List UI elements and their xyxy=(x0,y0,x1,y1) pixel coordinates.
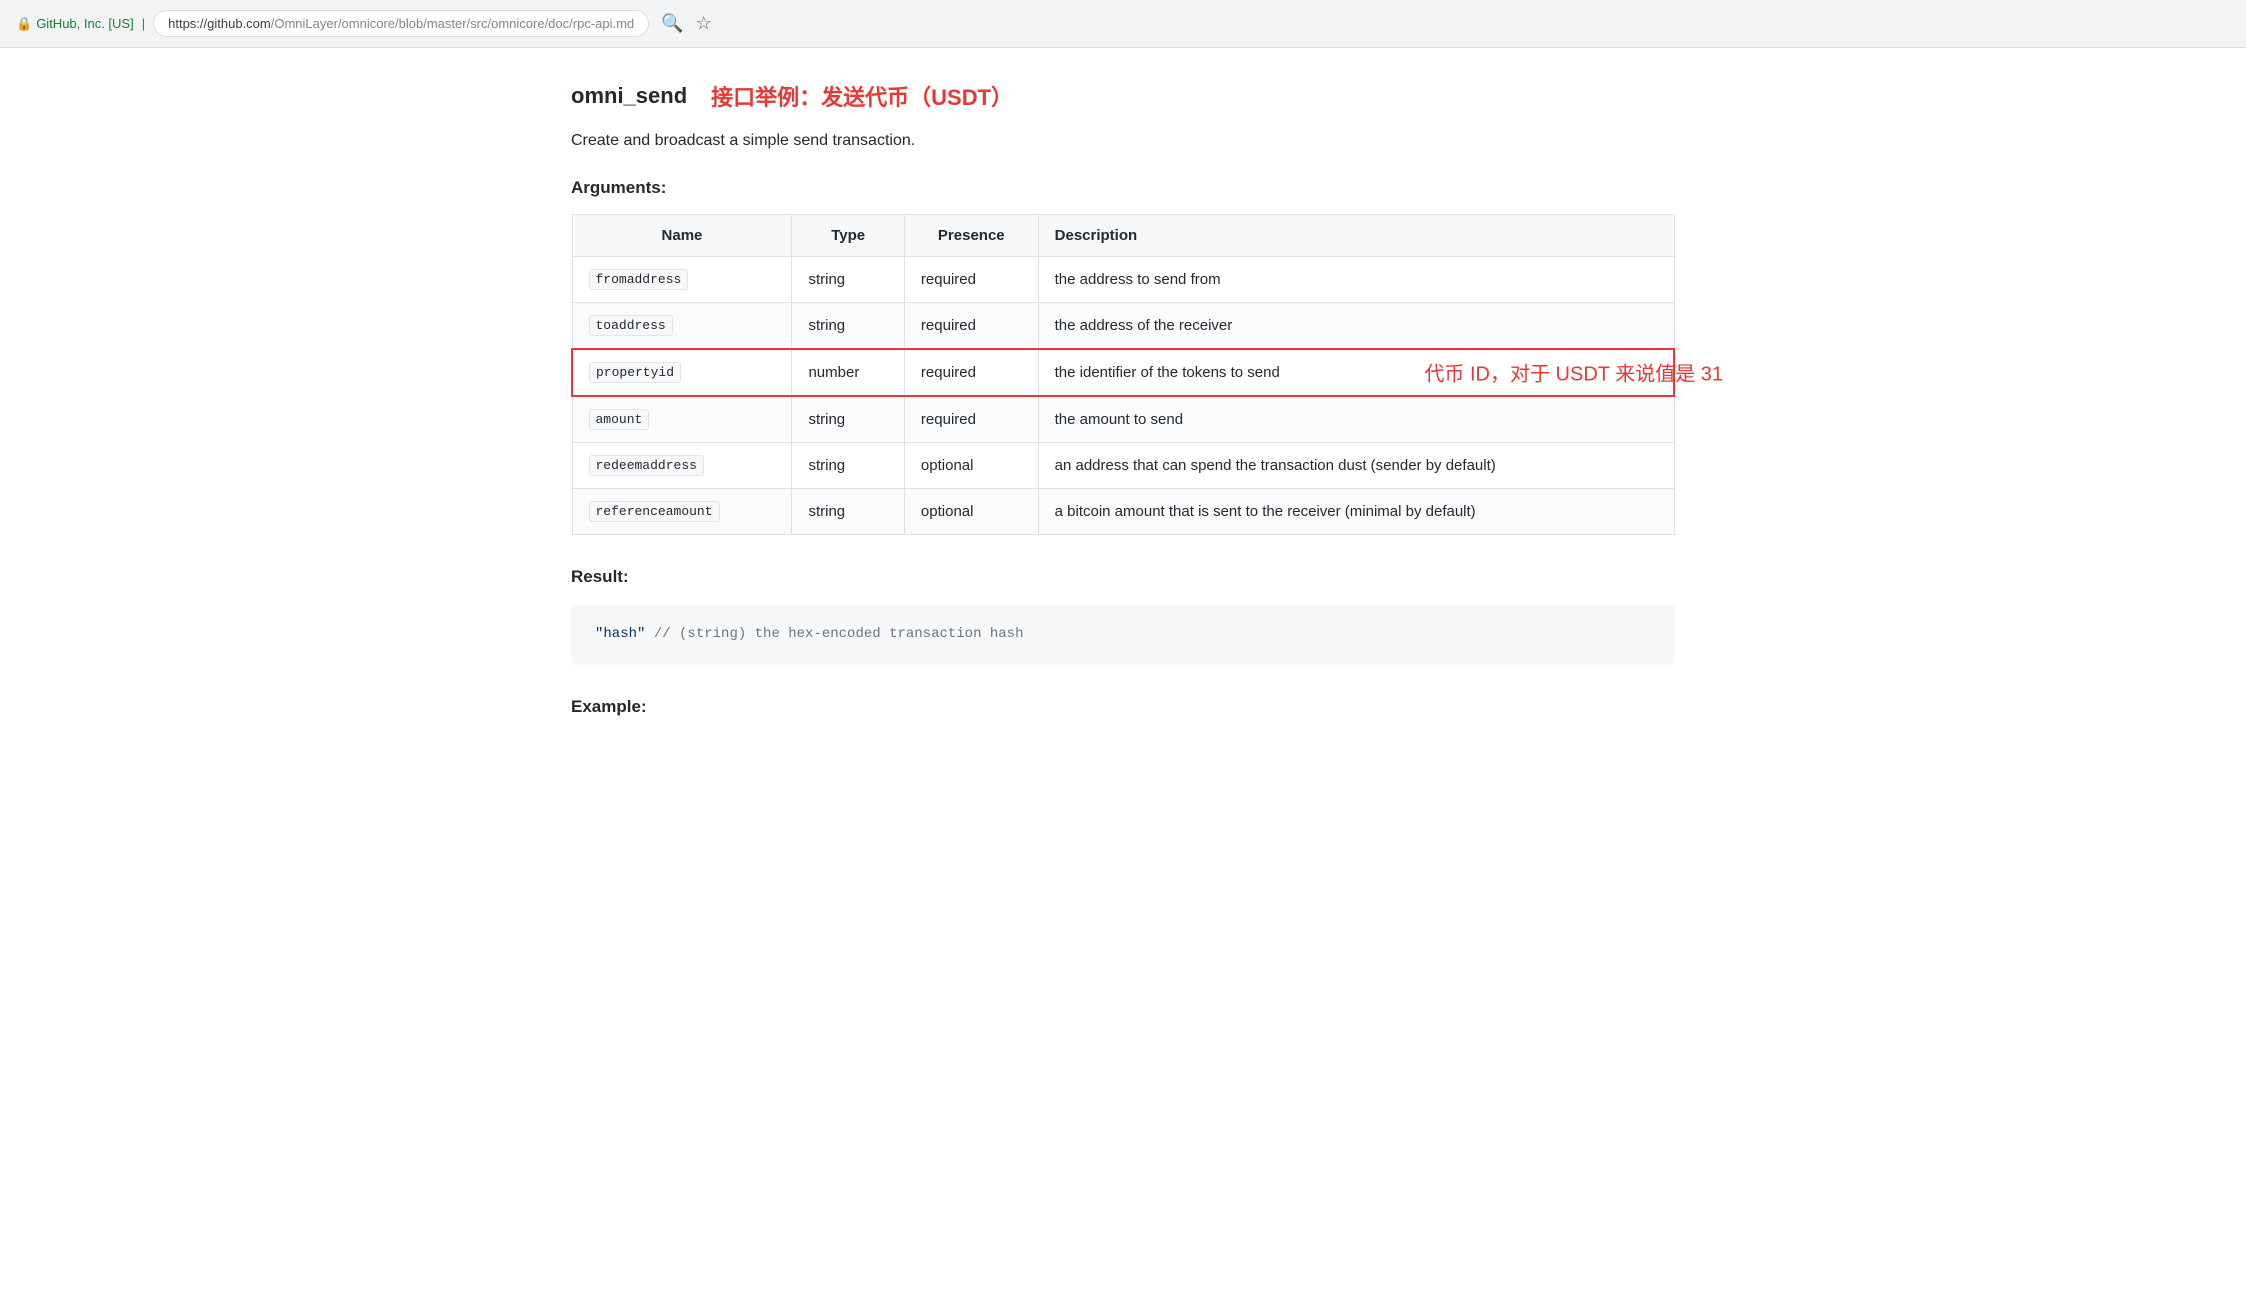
cell-type: string xyxy=(792,256,904,302)
table-header-row: Name Type Presence Description xyxy=(572,214,1674,256)
cell-description-propertyid: the identifier of the tokens to send 代币 … xyxy=(1038,349,1674,396)
cell-name-propertyid: propertyid xyxy=(572,349,792,396)
cell-description: a bitcoin amount that is sent to the rec… xyxy=(1038,488,1674,534)
api-name: omni_send xyxy=(571,83,687,109)
cell-presence: required xyxy=(904,302,1038,349)
code-hash-string: "hash" xyxy=(595,626,645,642)
cell-description: the address to send from xyxy=(1038,256,1674,302)
code-redeemaddress: redeemaddress xyxy=(589,455,704,476)
result-code-block: "hash" // (string) the hex-encoded trans… xyxy=(571,603,1675,665)
url-separator: | xyxy=(142,16,145,31)
cell-name: redeemaddress xyxy=(572,442,792,488)
url-bar[interactable]: https://github.com /OmniLayer/omnicore/b… xyxy=(153,10,649,37)
cell-type-propertyid: number xyxy=(792,349,904,396)
table-row: referenceamount string optional a bitcoi… xyxy=(572,488,1674,534)
lock-icon: 🔒 xyxy=(16,16,32,32)
arguments-table-container: Name Type Presence Description fromaddre… xyxy=(571,214,1675,535)
api-subtitle: 接口举例：发送代币（USDT） xyxy=(711,80,1013,112)
cell-name: toaddress xyxy=(572,302,792,349)
table-row: fromaddress string required the address … xyxy=(572,256,1674,302)
cell-presence-propertyid: required xyxy=(904,349,1038,396)
cell-description: the amount to send xyxy=(1038,396,1674,443)
search-icon[interactable]: 🔍 xyxy=(661,13,683,34)
cell-presence: required xyxy=(904,396,1038,443)
code-toaddress: toaddress xyxy=(589,315,673,336)
table-row: redeemaddress string optional an address… xyxy=(572,442,1674,488)
cell-presence: optional xyxy=(904,442,1038,488)
browser-chrome: 🔒 GitHub, Inc. [US] | https://github.com… xyxy=(0,0,2246,48)
cell-name: fromaddress xyxy=(572,256,792,302)
cell-type: string xyxy=(792,302,904,349)
col-header-name: Name xyxy=(572,214,792,256)
url-path: /OmniLayer/omnicore/blob/master/src/omni… xyxy=(271,16,634,31)
propertyid-annotation: 代币 ID，对于 USDT 来说值是 31 xyxy=(1424,358,1723,387)
star-icon[interactable]: ☆ xyxy=(696,13,712,34)
section-heading: omni_send 接口举例：发送代币（USDT） xyxy=(571,80,1675,112)
cell-type: string xyxy=(792,396,904,443)
col-header-presence: Presence xyxy=(904,214,1038,256)
security-label: GitHub, Inc. [US] xyxy=(36,16,134,31)
code-hash-comment: // (string) the hex-encoded transaction … xyxy=(654,626,1024,642)
code-amount: amount xyxy=(589,409,650,430)
cell-type: string xyxy=(792,488,904,534)
main-content: omni_send 接口举例：发送代币（USDT） Create and bro… xyxy=(523,48,1723,765)
cell-name: amount xyxy=(572,396,792,443)
code-propertyid: propertyid xyxy=(589,362,681,383)
cell-presence: required xyxy=(904,256,1038,302)
cell-presence: optional xyxy=(904,488,1038,534)
col-header-description: Description xyxy=(1038,214,1674,256)
arguments-table: Name Type Presence Description fromaddre… xyxy=(571,214,1675,535)
cell-type: string xyxy=(792,442,904,488)
col-header-type: Type xyxy=(792,214,904,256)
browser-action-icons: 🔍 ☆ xyxy=(661,13,712,34)
result-title: Result: xyxy=(571,567,1675,587)
table-row: toaddress string required the address of… xyxy=(572,302,1674,349)
table-row-highlighted: propertyid number required the identifie… xyxy=(572,349,1674,396)
security-indicator: 🔒 GitHub, Inc. [US] | https://github.com… xyxy=(16,10,649,37)
api-description: Create and broadcast a simple send trans… xyxy=(571,128,1675,154)
example-title: Example: xyxy=(571,697,1675,717)
url-domain: https://github.com xyxy=(168,16,271,31)
table-row: amount string required the amount to sen… xyxy=(572,396,1674,443)
code-fromaddress: fromaddress xyxy=(589,269,689,290)
code-referenceamount: referenceamount xyxy=(589,501,720,522)
arguments-title: Arguments: xyxy=(571,178,1675,198)
cell-description: the address of the receiver xyxy=(1038,302,1674,349)
cell-name: referenceamount xyxy=(572,488,792,534)
cell-description: an address that can spend the transactio… xyxy=(1038,442,1674,488)
